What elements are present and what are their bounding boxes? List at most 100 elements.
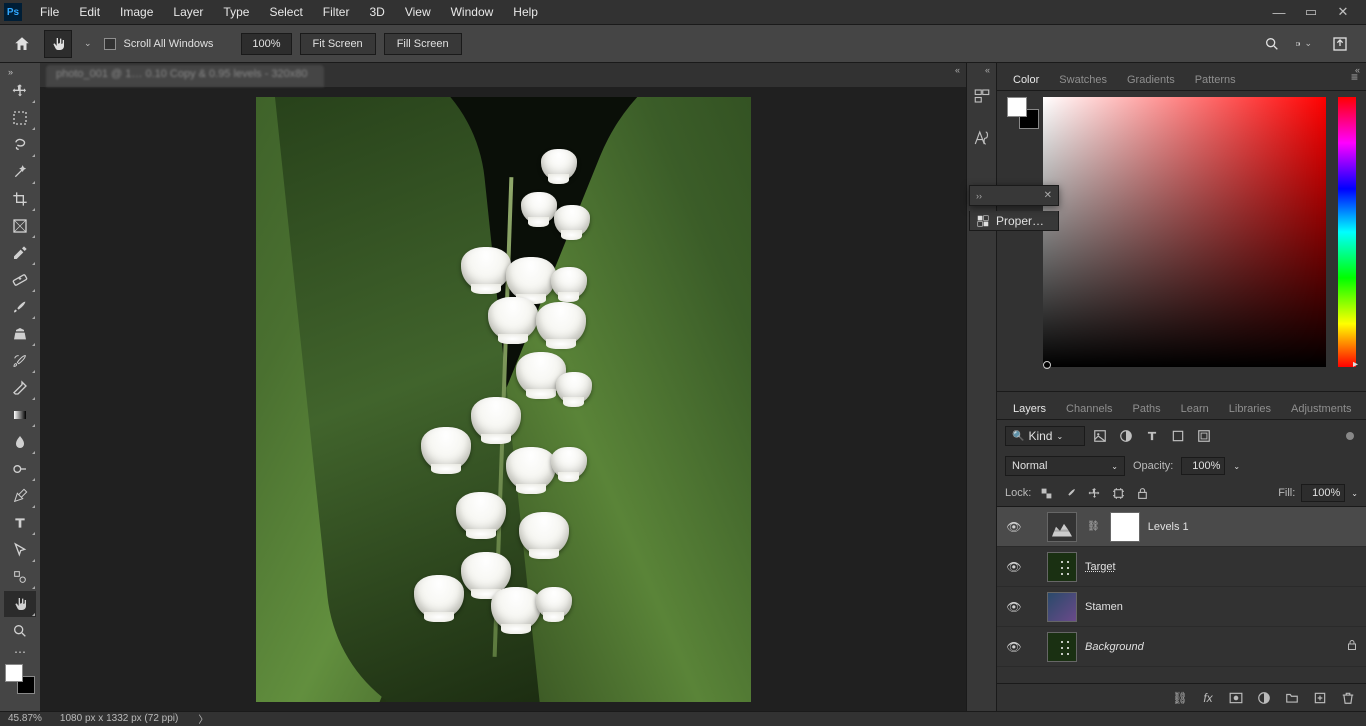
menu-edit[interactable]: Edit (69, 1, 110, 23)
menu-help[interactable]: Help (503, 1, 548, 23)
layer-thumbnail[interactable] (1047, 592, 1077, 622)
delete-layer-button[interactable] (1340, 691, 1356, 705)
link-icon[interactable]: ⛓ (1085, 521, 1102, 532)
status-caret[interactable]: 〉 (198, 711, 208, 726)
move-tool[interactable] (4, 78, 36, 104)
frame-tool[interactable] (4, 213, 36, 239)
blur-tool[interactable] (4, 429, 36, 455)
menu-view[interactable]: View (395, 1, 441, 23)
blend-mode-select[interactable]: Normal⌄ (1005, 456, 1125, 476)
canvas-viewport[interactable] (40, 87, 966, 711)
opacity-dropdown[interactable]: ⌄ (1233, 462, 1240, 471)
workspace-switcher[interactable]: ⌄ (1296, 34, 1316, 54)
lock-position-icon[interactable] (1085, 484, 1103, 502)
layer-name[interactable]: Stamen (1085, 601, 1123, 613)
menu-3d[interactable]: 3D (359, 1, 394, 23)
healing-brush-tool[interactable] (4, 267, 36, 293)
layer-item-background[interactable]: 👁 Background (997, 627, 1366, 667)
status-zoom[interactable]: 45.87% (8, 713, 42, 724)
tab-channels[interactable]: Channels (1056, 397, 1122, 419)
fit-screen-button[interactable]: Fit Screen (300, 33, 376, 55)
pen-tool[interactable] (4, 483, 36, 509)
layers-panel-menu[interactable]: ≡ (1362, 393, 1366, 419)
filter-smartobject-icon[interactable] (1195, 427, 1213, 445)
filter-adjustment-icon[interactable] (1117, 427, 1135, 445)
properties-panel-body[interactable]: Proper… (969, 211, 1059, 231)
new-group-button[interactable] (1284, 691, 1300, 705)
tab-layers[interactable]: Layers (1003, 397, 1056, 419)
eraser-tool[interactable] (4, 375, 36, 401)
layer-item-target[interactable]: 👁 Target (997, 547, 1366, 587)
search-button[interactable] (1262, 34, 1282, 54)
type-tool[interactable] (4, 510, 36, 536)
layer-name[interactable]: Target (1085, 561, 1116, 573)
layer-thumbnail[interactable] (1047, 552, 1077, 582)
tab-swatches[interactable]: Swatches (1049, 68, 1117, 90)
visibility-toggle[interactable]: 👁 (1005, 640, 1023, 654)
marquee-tool[interactable] (4, 105, 36, 131)
layer-thumbnail[interactable] (1047, 632, 1077, 662)
clone-stamp-tool[interactable] (4, 321, 36, 347)
color-picker-field[interactable] (1043, 97, 1326, 367)
share-button[interactable] (1330, 34, 1350, 54)
close-button[interactable]: ✕ (1336, 5, 1350, 19)
brush-tool[interactable] (4, 294, 36, 320)
layer-name[interactable]: Levels 1 (1148, 521, 1189, 533)
tab-adjustments[interactable]: Adjustments (1281, 397, 1362, 419)
gradient-tool[interactable] (4, 402, 36, 428)
zoom-tool[interactable] (4, 618, 36, 644)
dodge-tool[interactable] (4, 456, 36, 482)
history-brush-tool[interactable] (4, 348, 36, 374)
fill-dropdown[interactable]: ⌄ (1351, 489, 1358, 498)
menu-image[interactable]: Image (110, 1, 163, 23)
lock-pixels-icon[interactable] (1061, 484, 1079, 502)
new-layer-button[interactable] (1312, 691, 1328, 705)
status-dimensions[interactable]: 1080 px x 1332 px (72 ppi) (60, 713, 178, 724)
hue-slider[interactable] (1338, 97, 1356, 367)
zoom-100-button[interactable]: 100% (241, 33, 291, 55)
menu-window[interactable]: Window (441, 1, 504, 23)
foreground-color[interactable] (5, 664, 23, 682)
color-foreground[interactable] (1007, 97, 1027, 117)
crop-tool[interactable] (4, 186, 36, 212)
tool-preset-dropdown[interactable]: ⌄ (80, 38, 96, 49)
layer-style-button[interactable]: fx (1200, 691, 1216, 705)
layer-item-stamen[interactable]: 👁 Stamen (997, 587, 1366, 627)
layer-filter-kind[interactable]: 🔍 Kind ⌄ (1005, 426, 1085, 446)
properties-panel-tab[interactable]: ›› ✕ (969, 185, 1059, 206)
document-tab[interactable]: photo_001 @ 1… 0.10 Copy & 0.95 levels -… (46, 65, 324, 87)
tab-learn[interactable]: Learn (1171, 397, 1219, 419)
visibility-toggle[interactable]: 👁 (1005, 600, 1023, 614)
lock-all-icon[interactable] (1133, 484, 1151, 502)
maximize-button[interactable]: ▭ (1304, 5, 1318, 19)
tab-libraries[interactable]: Libraries (1219, 397, 1281, 419)
lasso-tool[interactable] (4, 132, 36, 158)
new-adjustment-button[interactable] (1256, 691, 1272, 705)
opacity-input[interactable]: 100% (1181, 457, 1225, 475)
tab-patterns[interactable]: Patterns (1185, 68, 1246, 90)
filter-shape-icon[interactable] (1169, 427, 1187, 445)
shape-tool[interactable] (4, 564, 36, 590)
lock-icon[interactable] (1346, 639, 1358, 654)
edit-toolbar[interactable]: ⋯ (4, 645, 36, 659)
visibility-toggle[interactable]: 👁 (1005, 560, 1023, 574)
tab-color[interactable]: Color (1003, 68, 1049, 90)
visibility-toggle[interactable]: 👁 (1005, 520, 1023, 534)
fill-screen-button[interactable]: Fill Screen (384, 33, 462, 55)
menu-filter[interactable]: Filter (313, 1, 360, 23)
filter-pixel-icon[interactable] (1091, 427, 1109, 445)
filter-toggle[interactable] (1346, 432, 1354, 440)
foreground-background-colors[interactable] (5, 664, 35, 694)
lock-artboard-icon[interactable] (1109, 484, 1127, 502)
tab-gradients[interactable]: Gradients (1117, 68, 1185, 90)
hand-tool[interactable] (4, 591, 36, 617)
lock-transparency-icon[interactable] (1037, 484, 1055, 502)
magic-wand-tool[interactable] (4, 159, 36, 185)
home-button[interactable] (8, 30, 36, 58)
properties-collapse-icon[interactable]: ›› (976, 191, 982, 201)
layer-name[interactable]: Background (1085, 641, 1144, 653)
panels-collapse[interactable]: « (1355, 65, 1360, 75)
fill-input[interactable]: 100% (1301, 484, 1345, 502)
menu-file[interactable]: File (30, 1, 69, 23)
link-layers-button[interactable]: ⛓ (1172, 691, 1188, 705)
